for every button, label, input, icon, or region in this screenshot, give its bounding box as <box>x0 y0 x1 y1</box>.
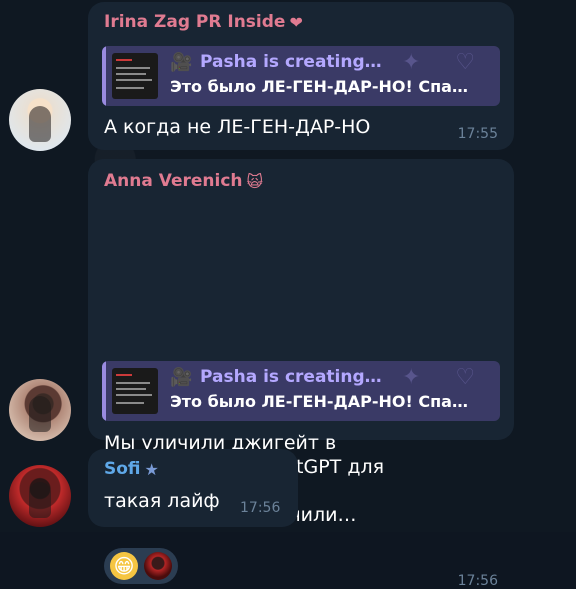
avatar-figure <box>29 396 51 432</box>
reply-title: Pasha is creating… <box>200 52 382 72</box>
sender-name[interactable]: Irina Zag PR Inside ❤ <box>104 12 303 32</box>
thumbnail-line <box>116 394 152 396</box>
thumbnail-line <box>116 67 150 69</box>
sender-label: Irina Zag PR Inside <box>104 12 286 32</box>
thumbnail-line <box>116 73 146 75</box>
reactor-avatar <box>144 552 172 580</box>
sender-name[interactable]: Anna Verenich 🙀 <box>104 171 263 191</box>
reply-pattern-icon: ✦ ♡ <box>402 365 490 390</box>
message-bubble[interactable]: Anna Verenich 🙀 🎥 Pasha is creating… Это … <box>88 159 514 589</box>
message-text: такая лайф <box>104 490 220 512</box>
forwarded-reply[interactable]: 🎥 Pasha is creating… Это было ЛЕ-ГЕН-ДАР… <box>102 361 500 421</box>
thumbnail-line <box>116 87 144 89</box>
star-badge-icon: ★ <box>144 460 159 479</box>
reply-thumbnail <box>112 368 158 414</box>
thumbnail-line <box>116 388 146 390</box>
forwarded-reply[interactable]: 🎥 Pasha is creating… Это было ЛЕ-ГЕН-ДАР… <box>102 46 500 106</box>
thumbnail-line <box>116 79 152 81</box>
avatar-figure <box>29 106 51 142</box>
message-time: 17:56 <box>457 573 498 589</box>
avatar[interactable] <box>9 379 71 441</box>
reply-text: Это было ЛЕ-ГЕН-ДАР-НО! Спа… <box>170 392 468 411</box>
film-camera-icon: 🎥 <box>170 52 193 73</box>
sender-label: Sofi <box>104 459 141 479</box>
scared-cat-badge-icon: 🙀 <box>246 172 264 191</box>
reply-thumbnail <box>112 53 158 99</box>
message-time: 17:55 <box>457 126 498 142</box>
reply-text: Это было ЛЕ-ГЕН-ДАР-НО! Спа… <box>170 77 468 96</box>
avatar[interactable] <box>9 465 71 527</box>
message-time: 17:56 <box>240 500 281 516</box>
thumbnail-line <box>116 402 144 404</box>
sender-name[interactable]: Sofi ★ <box>104 459 159 479</box>
reply-pattern-icon: ✦ ♡ <box>402 50 490 75</box>
reply-title: Pasha is creating… <box>200 367 382 387</box>
message-text: А когда не ЛЕ-ГЕН-ДАР-НО <box>104 116 371 138</box>
reply-accent-bar <box>102 46 106 106</box>
thumbnail-line <box>116 59 132 61</box>
thumbnail-line <box>116 374 132 376</box>
message-bubble[interactable]: Irina Zag PR Inside ❤ 🎥 Pasha is creating… <box>88 2 514 150</box>
avatar[interactable] <box>9 89 71 151</box>
heart-badge-icon: ❤ <box>289 13 303 32</box>
reaction-chip[interactable]: 😁 <box>104 548 178 584</box>
reply-accent-bar <box>102 361 106 421</box>
avatar-figure <box>29 482 51 518</box>
film-camera-icon: 🎥 <box>170 367 193 388</box>
thumbnail-line <box>116 382 150 384</box>
sender-label: Anna Verenich <box>104 171 243 191</box>
grin-reaction-icon: 😁 <box>110 552 138 580</box>
